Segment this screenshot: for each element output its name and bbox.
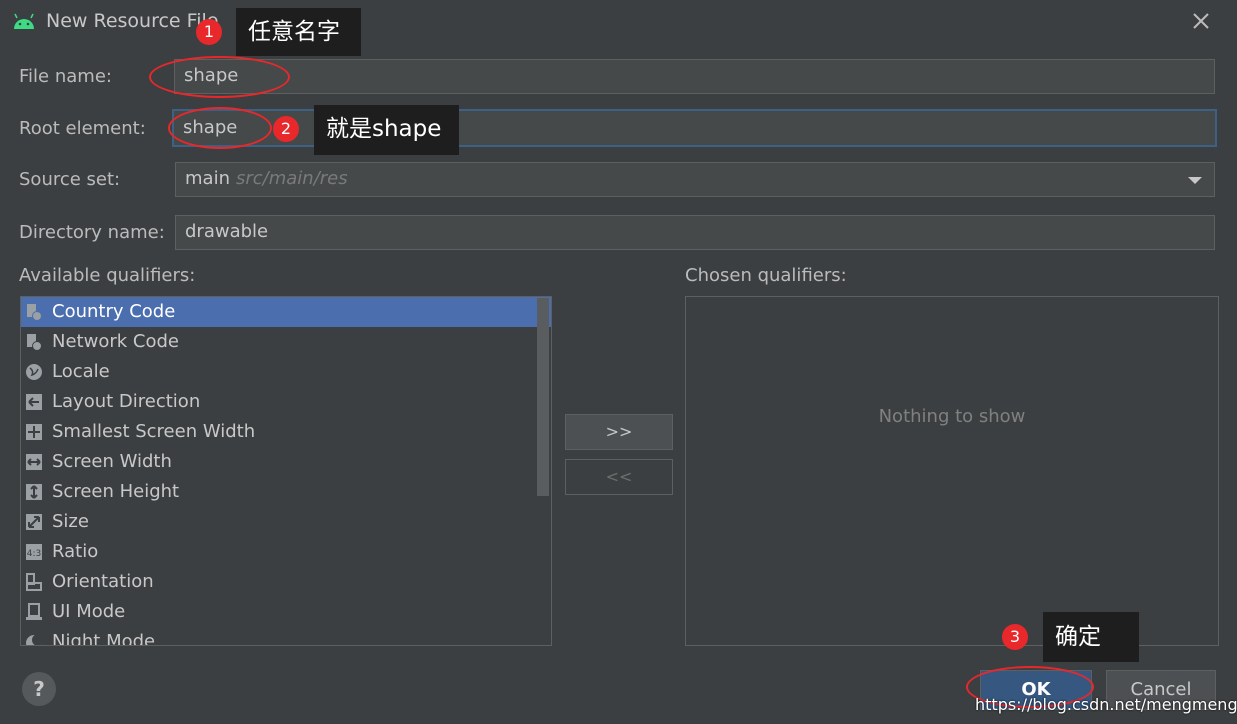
list-item[interactable]: Night Mode	[21, 627, 551, 646]
annotation-callout-2: 就是shape	[314, 105, 459, 155]
svg-text:4:3: 4:3	[27, 549, 41, 559]
add-qualifier-button[interactable]: >>	[565, 414, 673, 450]
source-set-label: Source set:	[19, 169, 121, 190]
list-item[interactable]: Locale	[21, 357, 551, 387]
annotation-callout-1: 任意名字	[236, 8, 361, 56]
empty-state-text: Nothing to show	[878, 406, 1026, 427]
source-set-path: src/main/res	[235, 168, 348, 189]
list-item[interactable]: Country Code	[21, 297, 551, 327]
help-button[interactable]: ?	[22, 672, 56, 706]
source-set-value: main	[185, 168, 230, 189]
screen-width-icon	[26, 454, 42, 470]
list-item-label: Smallest Screen Width	[52, 421, 256, 442]
list-item-label: Ratio	[52, 541, 99, 562]
android-icon	[14, 13, 34, 29]
list-item[interactable]: Screen Height	[21, 477, 551, 507]
remove-qualifier-button[interactable]: <<	[565, 459, 673, 495]
list-item-label: Screen Width	[52, 451, 172, 472]
screen-height-icon	[26, 484, 42, 500]
list-item-label: Country Code	[52, 301, 176, 322]
list-item[interactable]: Screen Width	[21, 447, 551, 477]
layout-direction-icon	[26, 394, 42, 410]
list-item-label: Orientation	[52, 571, 154, 592]
network-code-icon	[27, 334, 42, 351]
country-code-icon	[27, 304, 42, 321]
directory-name-field[interactable]: drawable	[175, 215, 1215, 250]
available-qualifiers-label: Available qualifiers:	[19, 265, 196, 286]
annotation-callout-3: 确定	[1043, 612, 1139, 662]
chevron-down-icon	[1188, 177, 1202, 184]
available-qualifiers-list[interactable]: Country Code Network Code Locale Layout …	[20, 296, 552, 646]
chosen-qualifiers-label: Chosen qualifiers:	[685, 265, 847, 286]
directory-name-label: Directory name:	[19, 222, 165, 243]
list-item[interactable]: UI Mode	[21, 597, 551, 627]
annotation-badge-3: 3	[1002, 624, 1028, 650]
list-item[interactable]: Layout Direction	[21, 387, 551, 417]
chosen-qualifiers-list[interactable]	[685, 296, 1219, 646]
list-item[interactable]: 4:3 Ratio	[21, 537, 551, 567]
ratio-icon: 4:3	[26, 544, 42, 560]
ui-mode-icon	[26, 603, 42, 620]
annotation-badge-1: 1	[196, 19, 222, 45]
source-set-select[interactable]: main src/main/res	[175, 162, 1215, 197]
file-name-field[interactable]: shape	[174, 59, 1215, 94]
list-item-label: Night Mode	[52, 631, 156, 646]
annotation-ellipse-file-name	[149, 56, 290, 98]
list-item-label: Network Code	[52, 331, 179, 352]
root-element-label: Root element:	[19, 118, 146, 139]
window-title: New Resource File	[46, 10, 219, 32]
list-item[interactable]: Size	[21, 507, 551, 537]
list-item-label: UI Mode	[52, 601, 126, 622]
orientation-icon	[26, 573, 42, 591]
list-item-label: Locale	[52, 361, 110, 382]
smallest-width-icon	[26, 424, 42, 440]
close-icon[interactable]	[1188, 8, 1214, 34]
list-item-label: Layout Direction	[52, 391, 201, 412]
list-item[interactable]: Orientation	[21, 567, 551, 597]
list-scrollbar[interactable]	[537, 298, 549, 496]
list-item-label: Screen Height	[52, 481, 180, 502]
annotation-badge-2: 2	[273, 116, 299, 142]
list-item[interactable]: Smallest Screen Width	[21, 417, 551, 447]
list-item[interactable]: Network Code	[21, 327, 551, 357]
list-item-label: Size	[52, 511, 89, 532]
annotation-ellipse-root-element	[168, 107, 272, 149]
night-mode-icon	[26, 634, 43, 645]
globe-icon	[26, 364, 42, 380]
file-name-label: File name:	[19, 66, 112, 87]
watermark-text: https://blog.csdn.net/mengmengde_	[975, 695, 1237, 714]
size-icon	[26, 514, 42, 530]
